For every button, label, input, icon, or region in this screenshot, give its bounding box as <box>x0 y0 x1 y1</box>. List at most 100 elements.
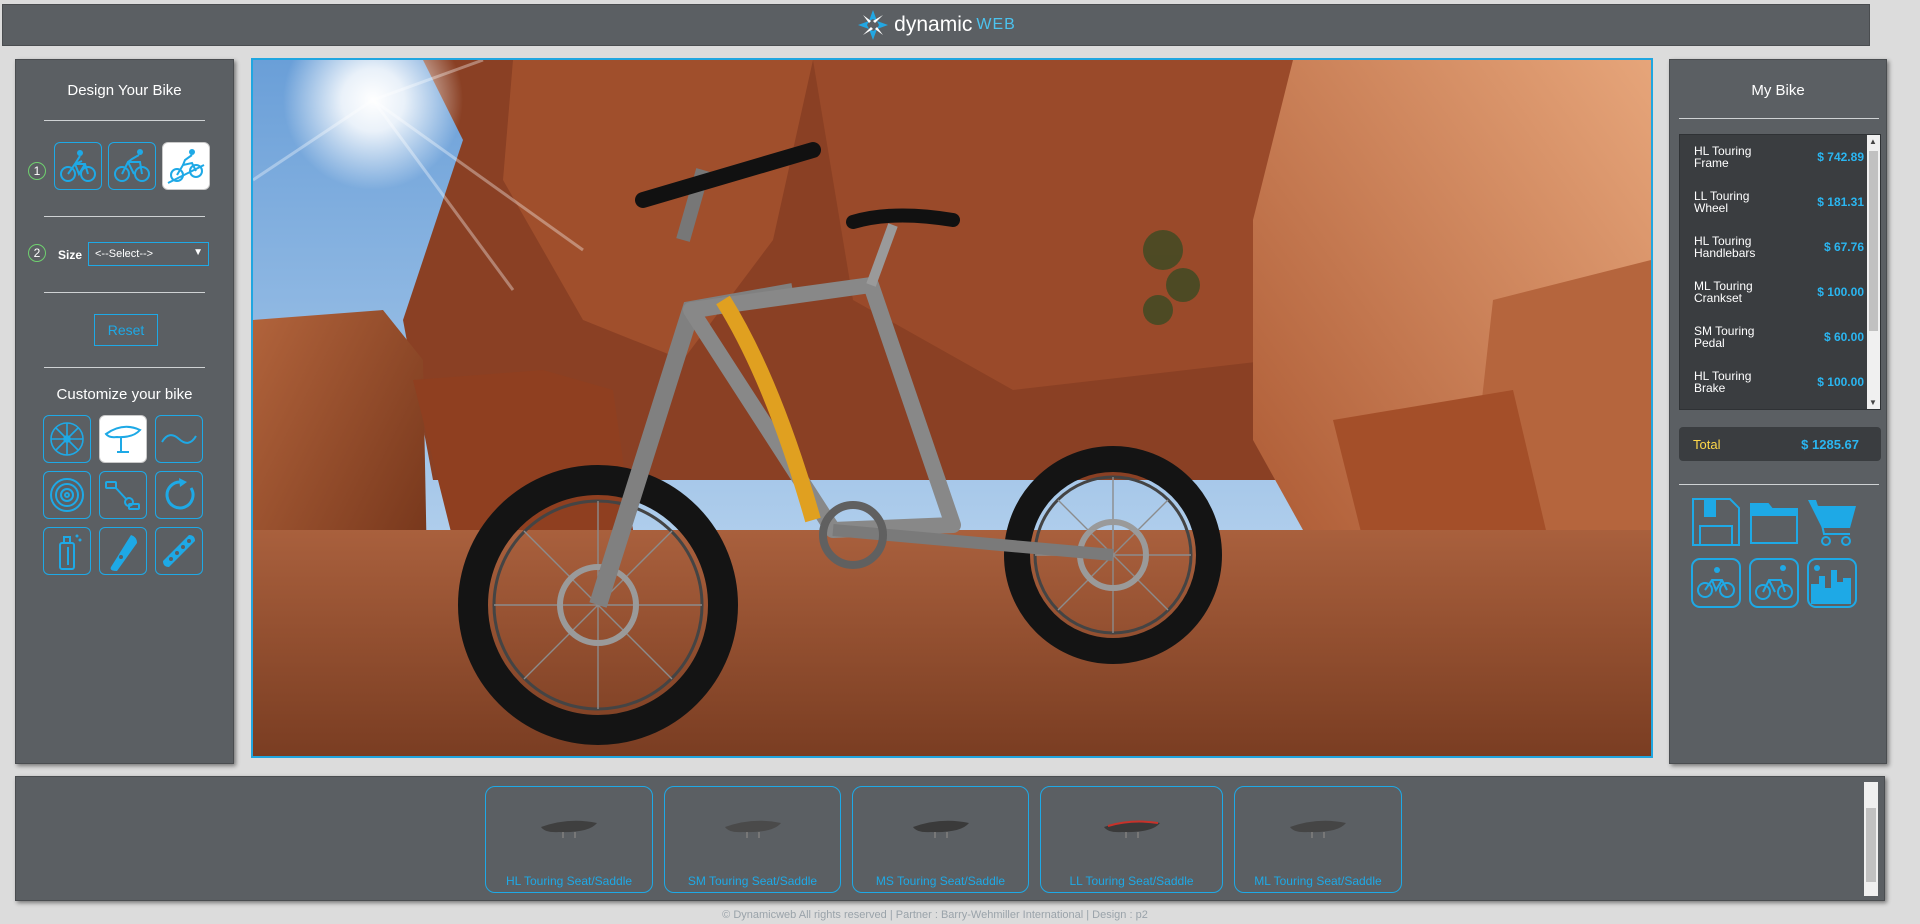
reset-button[interactable]: Reset <box>94 314 158 346</box>
divider <box>44 216 205 217</box>
part-name: HL Touring Frame <box>1694 144 1752 170</box>
view-city-button[interactable] <box>1806 557 1858 609</box>
saddle-option-label: LL Touring Seat/Saddle <box>1069 874 1194 888</box>
step-2-badge: 2 <box>28 244 46 262</box>
part-price: $ 67.76 <box>1823 240 1864 254</box>
list-item: HL Touring Handlebars $ 67.76 <box>1694 235 1864 259</box>
saddle-option-card[interactable]: SM Touring Seat/Saddle <box>664 786 841 893</box>
size-label: Size <box>58 248 83 262</box>
part-price: $ 181.31 <box>1817 195 1864 209</box>
saddle-image <box>912 820 969 838</box>
list-item: ML Touring Crankset $ 100.00 <box>1694 280 1864 304</box>
bike-scene-image <box>253 60 1651 756</box>
saddle-option-card[interactable]: LL Touring Seat/Saddle <box>1040 786 1223 893</box>
part-frame-button[interactable] <box>99 527 147 575</box>
road-bike-icon <box>114 149 150 182</box>
part-chain-button[interactable] <box>155 527 203 575</box>
part-brake-button[interactable] <box>155 471 203 519</box>
saddle-option-card[interactable]: ML Touring Seat/Saddle <box>1234 786 1402 893</box>
list-item: HL Touring Frame $ 742.89 <box>1694 145 1864 169</box>
tire-icon <box>50 478 84 512</box>
folder-icon <box>1750 503 1798 544</box>
scroll-up-arrow-icon[interactable]: ▲ <box>1869 137 1877 146</box>
footer-text: © Dynamicweb All rights reserved | Partn… <box>722 909 1148 921</box>
saddle-option-card[interactable]: MS Touring Seat/Saddle <box>852 786 1029 893</box>
bike-type-mountain-button[interactable] <box>54 142 102 190</box>
saddle-option-label: ML Touring Seat/Saddle <box>1254 874 1382 888</box>
mountain-bike-icon <box>1691 558 1741 608</box>
bike-3d-viewer[interactable] <box>251 58 1653 758</box>
header-bar: dynamic WEB <box>2 4 1870 46</box>
size-selected-value: <--Select--> <box>95 248 154 260</box>
part-saddle-button[interactable] <box>99 415 147 463</box>
my-bike-title: My Bike <box>1751 82 1805 99</box>
part-price: $ 100.00 <box>1817 285 1864 299</box>
saddle-icon <box>104 425 142 453</box>
logo-suffix: WEB <box>976 16 1016 33</box>
pedal-icon <box>105 481 140 510</box>
divider <box>44 120 205 121</box>
divider <box>1679 118 1879 119</box>
divider <box>44 367 205 368</box>
design-title: Design Your Bike <box>67 82 182 99</box>
part-wheel-button[interactable] <box>43 415 91 463</box>
part-name: HL Touring Brake <box>1694 369 1752 395</box>
saddle-image <box>1290 820 1346 838</box>
bike-type-road-button[interactable] <box>108 142 156 190</box>
part-price: $ 100.00 <box>1817 375 1864 389</box>
options-scrollbar[interactable] <box>1864 782 1878 896</box>
saddle-option-card[interactable]: HL Touring Seat/Saddle <box>485 786 653 893</box>
size-select[interactable]: <--Select--> ▼ <box>88 242 209 266</box>
mountain-bike-icon <box>60 150 96 182</box>
dynamicweb-logo[interactable]: dynamic WEB <box>856 8 1016 42</box>
saddle-image <box>1103 820 1160 838</box>
view-mountain-button[interactable] <box>1690 557 1742 609</box>
part-options-panel: HL Touring Seat/Saddle SM Touring Seat/S… <box>15 776 1885 901</box>
brake-icon <box>165 478 195 510</box>
part-price: $ 742.89 <box>1817 150 1864 164</box>
part-bottle-button[interactable] <box>43 527 91 575</box>
handlebar-icon <box>161 434 197 444</box>
save-icon <box>1692 498 1740 546</box>
part-handlebar-button[interactable] <box>155 415 203 463</box>
selected-parts-list[interactable]: HL Touring Frame $ 742.89 LL Touring Whe… <box>1679 134 1881 410</box>
part-pedal-button[interactable] <box>99 471 147 519</box>
add-to-cart-button[interactable] <box>1806 496 1858 548</box>
part-name: SM Touring Pedal <box>1694 324 1755 350</box>
scroll-thumb[interactable] <box>1869 151 1878 331</box>
logo-text: dynamic <box>894 13 973 36</box>
saddle-image <box>541 820 597 838</box>
bottle-icon <box>59 534 82 570</box>
part-name: ML Touring Crankset <box>1694 279 1753 305</box>
cart-icon <box>1808 500 1856 546</box>
part-name: HL Touring Handlebars <box>1694 234 1756 260</box>
saddle-option-label: MS Touring Seat/Saddle <box>875 874 1006 888</box>
my-bike-panel: My Bike HL Touring Frame $ 742.89 LL Tou… <box>1669 59 1887 764</box>
road-bike-icon <box>1749 558 1799 608</box>
dropdown-arrow-icon: ▼ <box>193 247 203 258</box>
total-label: Total <box>1693 436 1721 452</box>
view-road-button[interactable] <box>1748 557 1800 609</box>
scroll-down-arrow-icon[interactable]: ▼ <box>1869 398 1877 407</box>
part-name: LL Touring Wheel <box>1694 189 1750 215</box>
list-item: LL Touring Wheel $ 181.31 <box>1694 190 1864 214</box>
part-tire-button[interactable] <box>43 471 91 519</box>
wheel-icon <box>50 422 84 456</box>
city-skyline-icon <box>1807 558 1857 608</box>
bike-type-trail-button[interactable] <box>162 142 210 190</box>
saddle-option-label: SM Touring Seat/Saddle <box>687 874 818 888</box>
list-item: HL Touring Brake $ 100.00 <box>1694 370 1864 394</box>
customize-title: Customize your bike <box>56 386 193 403</box>
save-button[interactable] <box>1690 496 1742 548</box>
total-box: Total $ 1285.67 <box>1679 427 1881 461</box>
saddle-image <box>724 820 781 838</box>
step-1-badge: 1 <box>28 162 46 180</box>
total-value: $ 1285.67 <box>1801 436 1859 452</box>
saddle-option-label: HL Touring Seat/Saddle <box>505 874 633 888</box>
chain-icon <box>163 535 195 567</box>
list-scrollbar[interactable]: ▲ ▼ <box>1867 135 1880 409</box>
open-button[interactable] <box>1748 496 1800 548</box>
part-price: $ 60.00 <box>1823 330 1864 344</box>
design-panel: Design Your Bike 1 2 Size <--Select--> ▼… <box>15 59 234 764</box>
scroll-thumb[interactable] <box>1866 808 1876 882</box>
